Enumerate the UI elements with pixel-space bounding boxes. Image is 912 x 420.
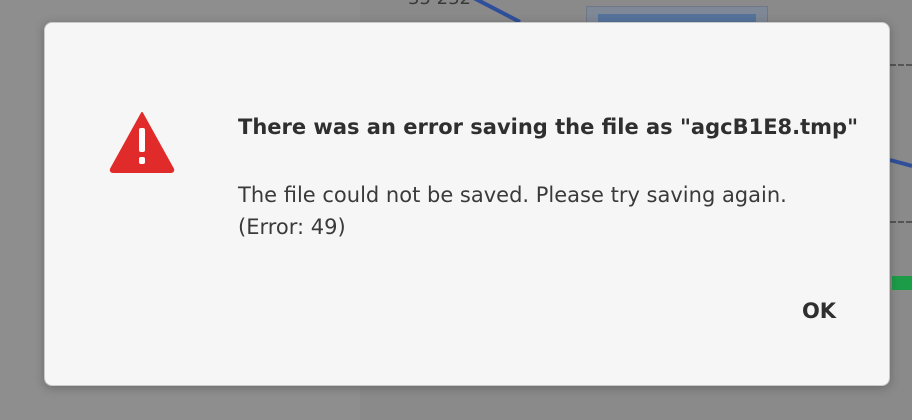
dialog-message-text: The file could not be saved. Please try … <box>238 183 787 207</box>
background-gridline <box>890 221 912 223</box>
dialog-title: There was an error saving the file as "a… <box>238 115 859 139</box>
dialog-message: The file could not be saved. Please try … <box>238 179 858 243</box>
warning-icon <box>109 112 175 173</box>
ok-button[interactable]: OK <box>781 289 857 333</box>
error-dialog: There was an error saving the file as "a… <box>44 22 890 386</box>
background-green-bar <box>892 276 912 290</box>
background-gridline <box>890 64 912 66</box>
dialog-error-code: (Error: 49) <box>238 215 346 239</box>
